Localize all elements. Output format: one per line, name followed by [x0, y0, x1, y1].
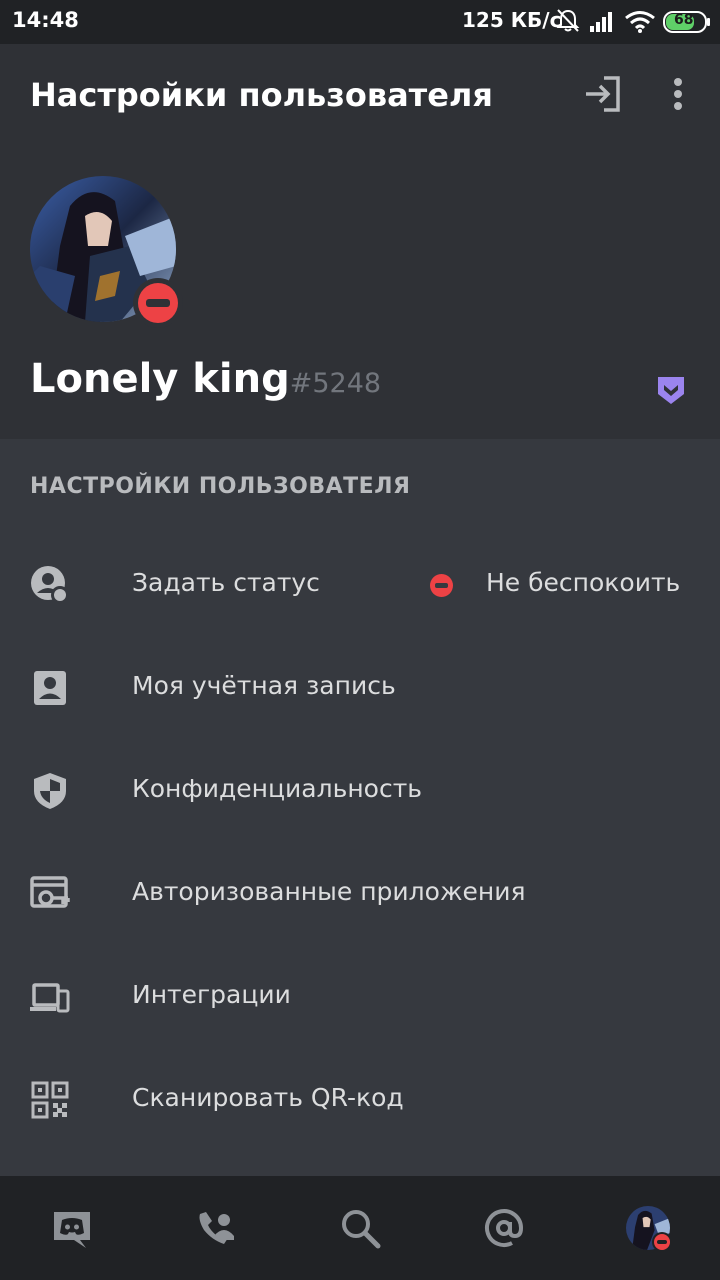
search-icon[interactable] [338, 1206, 382, 1250]
menu-item-set-status[interactable]: Задать статус Не беспокоить [0, 532, 720, 635]
menu-item-scan-qr[interactable]: Сканировать QR-код [0, 1047, 720, 1150]
menu-label: Авторизованные приложения [132, 877, 526, 906]
qr-code-icon [31, 1081, 69, 1119]
menu-label: Задать статус [132, 568, 320, 597]
menu-label: Конфиденциальность [132, 774, 423, 803]
network-speed: 125 КБ/с [462, 8, 562, 32]
tab-dnd-status-indicator [652, 1232, 672, 1252]
nitro-badge-icon[interactable] [655, 374, 687, 406]
shield-icon [34, 773, 66, 809]
menu-item-integrations[interactable]: Интеграции [0, 944, 720, 1047]
signal-icon [590, 12, 612, 32]
friends-icon[interactable] [194, 1206, 238, 1250]
dnd-status-indicator [133, 278, 183, 328]
status-icon [31, 566, 69, 604]
profile-header: Настройки пользователя Lonely king#5248 [0, 44, 720, 439]
bottom-navigation [0, 1176, 720, 1280]
menu-label: Интеграции [132, 980, 291, 1009]
mentions-icon[interactable] [482, 1206, 526, 1250]
account-icon [34, 671, 66, 705]
status-time: 14:48 [12, 8, 79, 32]
menu-item-privacy[interactable]: Конфиденциальность [0, 738, 720, 841]
dnd-status-icon [430, 574, 453, 597]
page-title: Настройки пользователя [30, 76, 493, 114]
menu-label: Сканировать QR-код [132, 1083, 404, 1112]
username: Lonely king#5248 [30, 356, 381, 402]
authorized-apps-icon [30, 876, 70, 908]
discriminator: #5248 [289, 368, 382, 399]
username-text: Lonely king [30, 356, 290, 402]
more-vertical-icon[interactable] [666, 74, 690, 114]
menu-item-account[interactable]: Моя учётная запись [0, 635, 720, 738]
section-label: НАСТРОЙКИ ПОЛЬЗОВАТЕЛЯ [30, 474, 411, 499]
battery-level: 68 [674, 12, 694, 28]
wifi-icon [625, 11, 655, 33]
muted-bell-icon [556, 9, 580, 32]
menu-item-authorized-apps[interactable]: Авторизованные приложения [0, 841, 720, 944]
logout-icon[interactable] [582, 74, 622, 114]
discord-home-icon[interactable] [50, 1206, 94, 1250]
menu-label: Моя учётная запись [132, 671, 396, 700]
devices-icon [30, 983, 70, 1013]
status-bar: 14:48 125 КБ/с 68 [0, 0, 720, 44]
status-value: Не беспокоить [486, 568, 681, 597]
